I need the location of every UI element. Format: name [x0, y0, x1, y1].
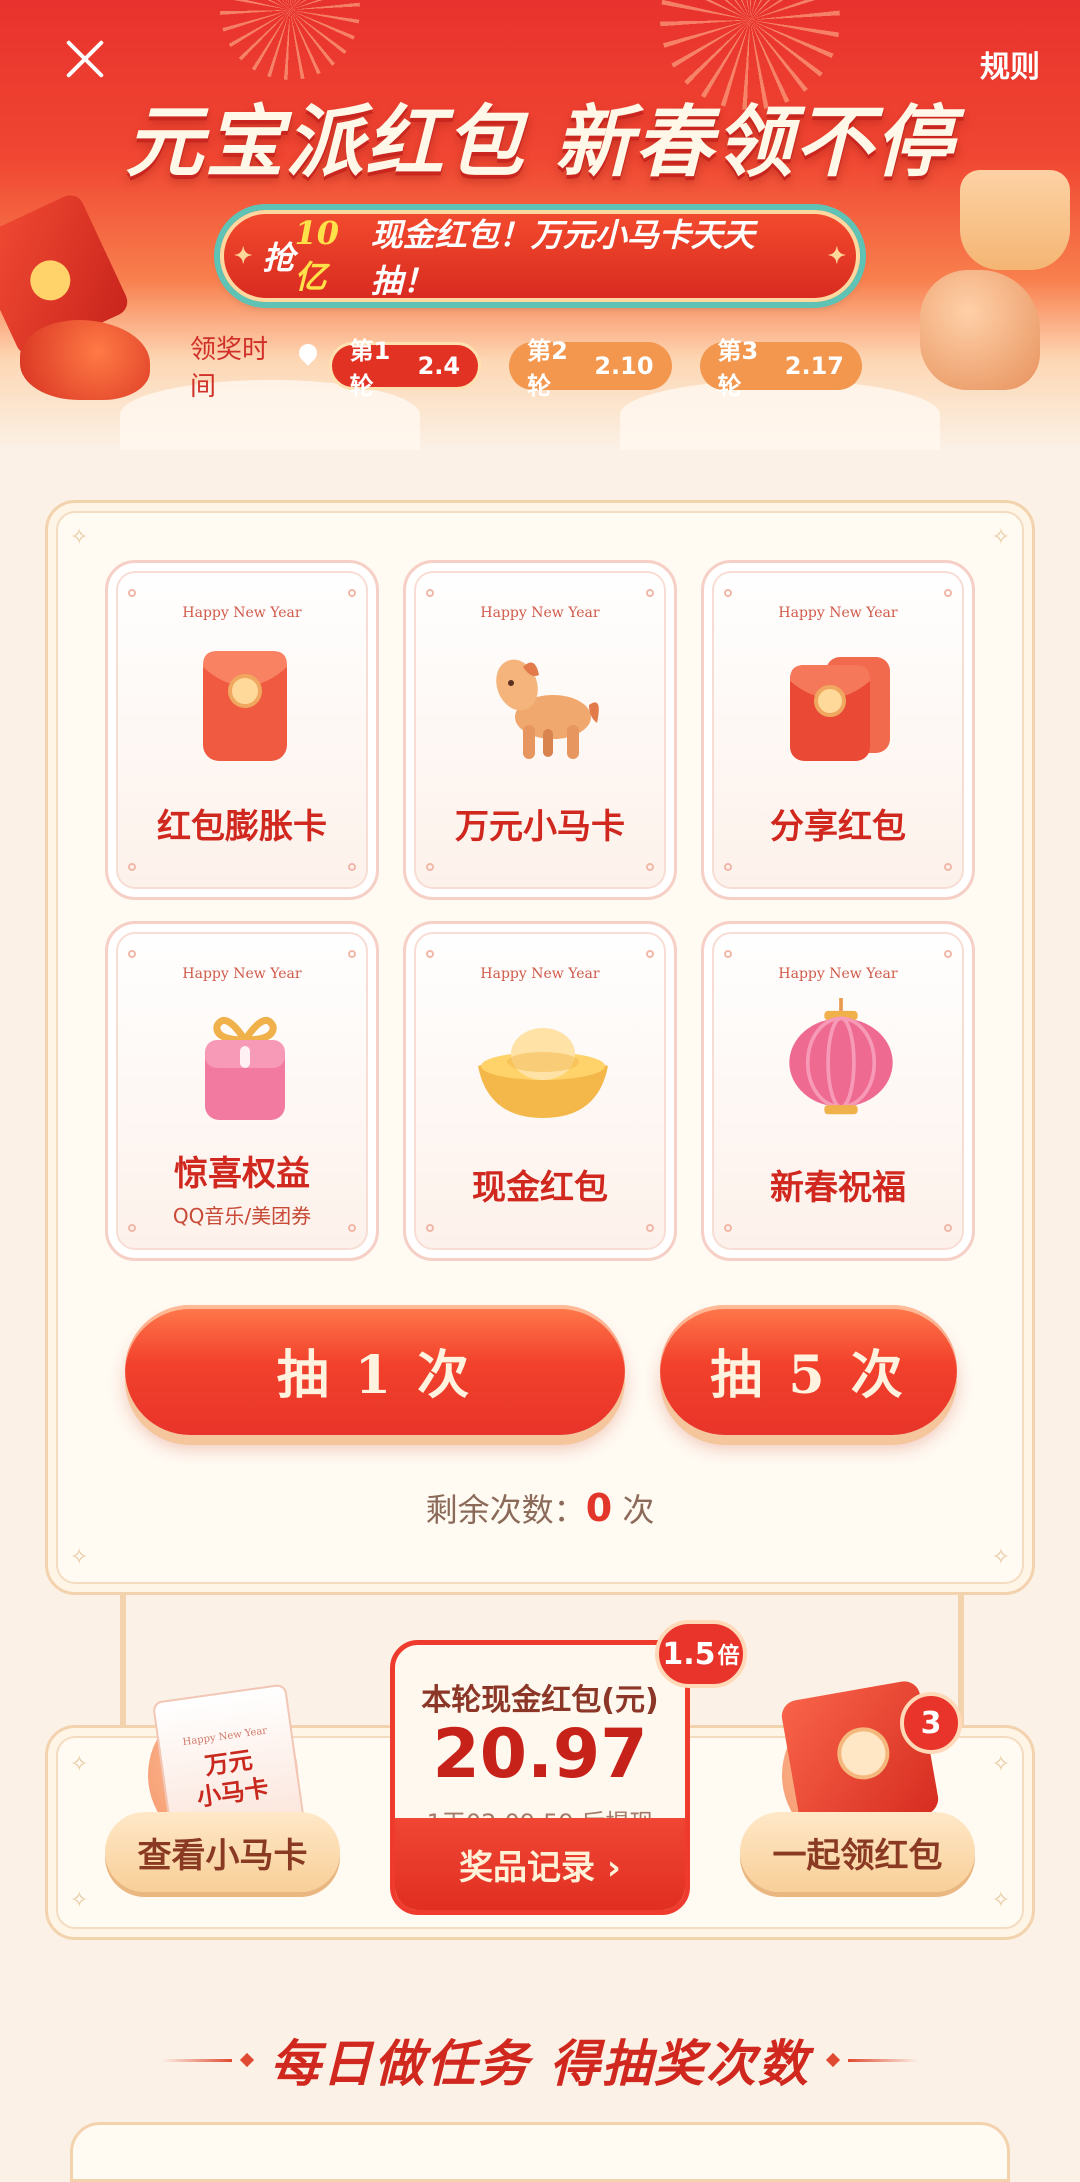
- multiplier-badge: 1.5 倍: [655, 1620, 747, 1688]
- horse-mascot-decoration: [920, 270, 1040, 390]
- remaining-draws: 剩余次数：0 次: [0, 1485, 1080, 1531]
- view-horse-card-button[interactable]: 查看小马卡: [105, 1812, 340, 1892]
- collect-together-button[interactable]: 一起领红包: [740, 1812, 975, 1892]
- card-tag: Happy New Year: [480, 966, 600, 982]
- sparkle-icon: ✦: [234, 243, 253, 269]
- sparkle-icon: ✧: [70, 1752, 89, 1777]
- prize-name: 惊喜权益: [174, 1154, 310, 1194]
- card-tag: Happy New Year: [480, 605, 600, 621]
- prize-card-blessing: Happy New Year 新春祝福: [701, 921, 975, 1261]
- prize-name: 分享红包: [770, 807, 906, 847]
- sparkle-icon: ✧: [70, 1888, 89, 1913]
- location-pin-icon: [299, 344, 316, 368]
- prize-records-button[interactable]: 奖品记录 ›: [395, 1818, 685, 1910]
- divider: [847, 2058, 918, 2062]
- prize-name: 新春祝福: [770, 1168, 906, 1208]
- sparkle-icon: ✦: [827, 243, 846, 269]
- red-envelope-icon: [203, 651, 287, 761]
- invite-count-badge: 3: [900, 1692, 962, 1754]
- prize-card-surprise: Happy New Year 惊喜权益 QQ音乐/美团券: [105, 921, 379, 1261]
- diamond-icon: [240, 2052, 255, 2068]
- lantern-icon: [789, 998, 893, 1115]
- round-label: 第3轮: [717, 337, 759, 400]
- draw-five-button[interactable]: 抽 5 次: [660, 1305, 957, 1435]
- round-date: 2.10: [594, 352, 654, 380]
- banner-highlight: 10亿: [294, 214, 339, 296]
- horse-icon: [496, 659, 599, 759]
- round-date: 2.4: [417, 352, 461, 380]
- card-tag: Happy New Year: [778, 966, 898, 982]
- sparkle-icon: ✧: [991, 1888, 1010, 1913]
- prize-name: 万元小马卡: [455, 807, 625, 847]
- promo-banner: ✦ 抢 10亿 现金红包！万元小马卡天天抽！ ✦: [220, 210, 860, 302]
- prize-name: 现金红包: [472, 1168, 608, 1208]
- prize-card-share: Happy New Year 分享红包: [701, 560, 975, 900]
- connector-pillar: [120, 1595, 126, 1730]
- cash-label: 本轮现金红包(元): [421, 1683, 659, 1718]
- round-1-tab[interactable]: 第1轮 2.4: [328, 337, 482, 400]
- round-3-tab[interactable]: 第3轮 2.17: [699, 337, 862, 400]
- remaining-prefix: 剩余次数：: [425, 1491, 586, 1529]
- round-label: 第2轮: [527, 337, 568, 400]
- prize-card-cash: Happy New Year 现金红包: [403, 921, 677, 1261]
- task-list-card: [70, 2122, 1010, 2182]
- close-icon[interactable]: [60, 34, 110, 84]
- prize-name: 红包膨胀卡: [157, 807, 327, 847]
- gift-box-icon: [205, 1017, 285, 1120]
- multiplier-value: 1.5: [662, 1636, 716, 1672]
- share-envelope-icon: [790, 657, 890, 761]
- prize-card-horse: Happy New Year 万元小马卡: [403, 560, 677, 900]
- cash-envelope-card: 本轮现金红包(元) 20.97 1天02:09:59 后提现 奖品记录 ›: [390, 1640, 690, 1915]
- card-tag: Happy New Year: [182, 605, 302, 621]
- sparkle-icon: ✧: [991, 525, 1010, 550]
- page-title: 元宝派红包 新春领不停: [125, 97, 955, 188]
- banner-prefix: 抢: [262, 239, 295, 277]
- card-tag: Happy New Year: [182, 966, 302, 982]
- prize-card-inflation: Happy New Year 红包膨胀卡: [105, 560, 379, 900]
- koi-fish-decoration: [20, 320, 150, 400]
- sparkle-icon: ✧: [70, 525, 89, 550]
- task-heading-text: 每日做任务 得抽奖次数: [270, 2034, 810, 2093]
- round-date: 2.17: [784, 352, 844, 380]
- sparkle-icon: ✧: [991, 1545, 1010, 1570]
- schedule-label: 领奖时间: [190, 335, 269, 402]
- award-schedule: 领奖时间 第1轮 2.4 第2轮 2.10 第3轮 2.17: [190, 335, 890, 402]
- task-section-heading: 每日做任务 得抽奖次数: [0, 2025, 1080, 2095]
- prize-subtitle: QQ音乐/美团券: [172, 1204, 312, 1228]
- cash-amount: 20.97: [432, 1715, 648, 1794]
- sparkle-icon: ✧: [70, 1545, 89, 1570]
- diamond-icon: [825, 2052, 840, 2068]
- card-tag: Happy New Year: [778, 605, 898, 621]
- remaining-suffix: 次: [612, 1491, 655, 1529]
- firework-decoration: [220, 0, 360, 80]
- draw-once-button[interactable]: 抽 1 次: [125, 1305, 625, 1435]
- hero-header: 规则 元宝派红包 新春领不停 ✦ 抢 10亿 现金红包！万元小马卡天天抽！ ✦ 领奖…: [0, 0, 1080, 450]
- banner-suffix: 现金红包！万元小马卡天天抽！: [370, 216, 755, 300]
- gold-ingot-icon: [478, 1028, 608, 1118]
- round-label: 第1轮: [349, 337, 391, 400]
- remaining-count: 0: [585, 1486, 613, 1530]
- round-2-tab[interactable]: 第2轮 2.10: [509, 337, 672, 400]
- multiplier-unit: 倍: [717, 1644, 740, 1669]
- sparkle-icon: ✧: [991, 1752, 1010, 1777]
- card-deco-tag: Happy New Year: [181, 1725, 268, 1749]
- divider: [162, 2058, 233, 2062]
